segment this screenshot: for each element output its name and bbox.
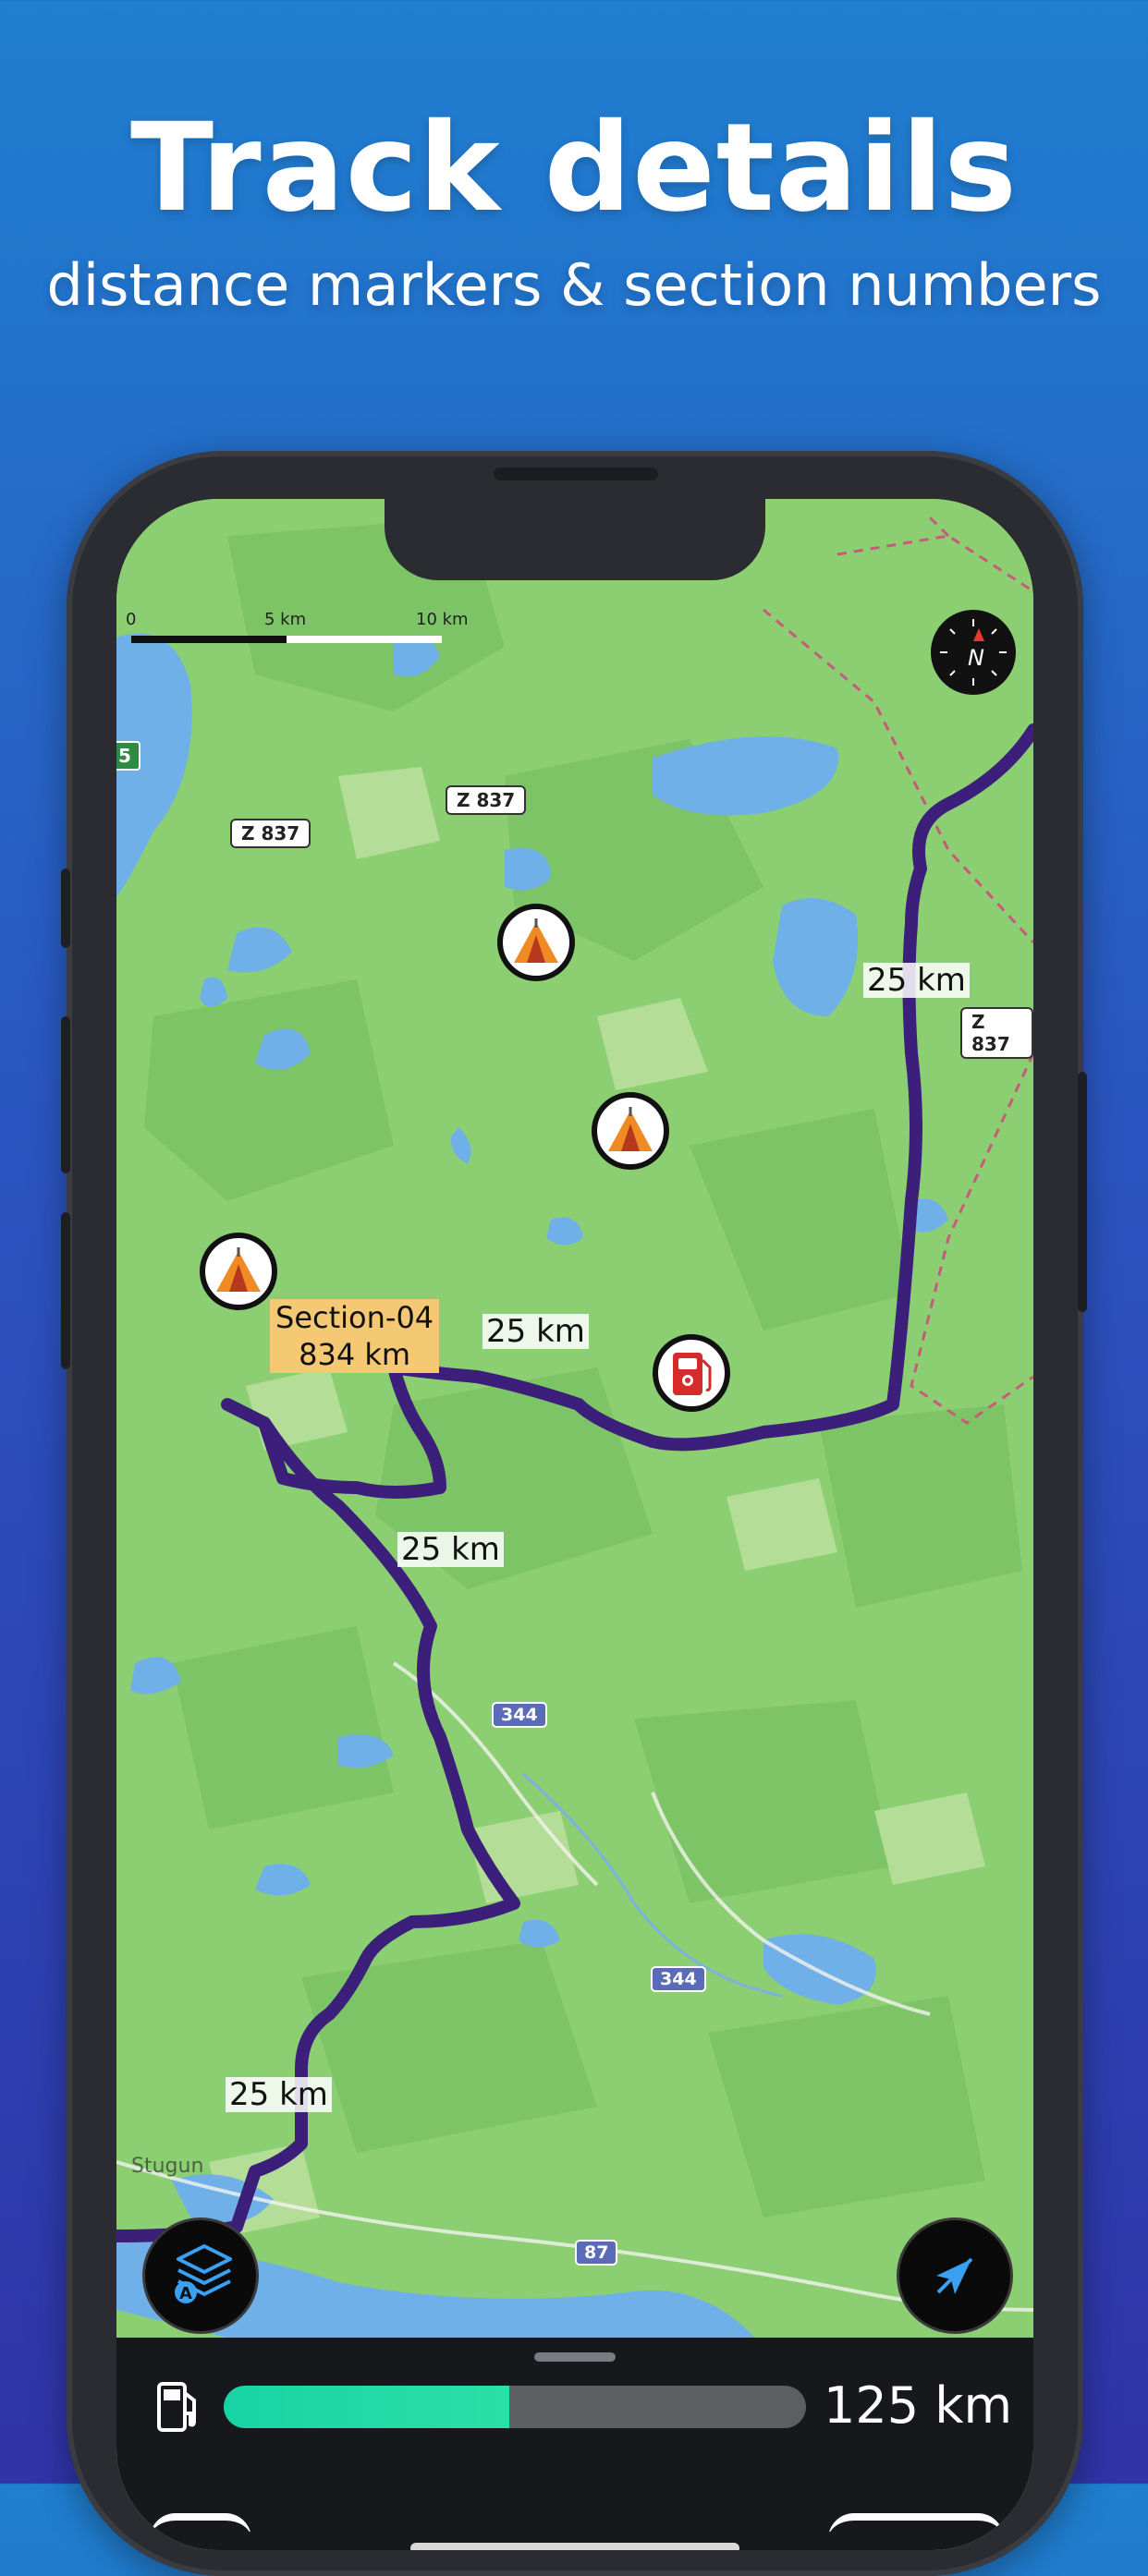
distance-marker: 25 km (397, 1532, 504, 1567)
tent-icon (608, 1107, 653, 1151)
compass-button[interactable]: N (931, 610, 1016, 695)
phone-power-button (1078, 1072, 1087, 1312)
route-sign-partial: 5 (116, 741, 140, 771)
app-screen: 0 5 km 10 km N 5 Z 837 Z 837 Z 837 344 3… (116, 499, 1033, 2550)
campsite-marker[interactable] (200, 1233, 277, 1310)
route-number-sign: 87 (575, 2240, 618, 2266)
distance-marker: 25 km (863, 963, 970, 998)
fuel-level-fill (224, 2386, 509, 2428)
headline-title: Track details (130, 97, 1018, 239)
tent-icon (216, 1247, 261, 1292)
headline-subtitle: distance markers & section numbers (46, 251, 1102, 319)
phone-volume-down (61, 1212, 70, 1369)
route-number-sign: 344 (492, 1702, 547, 1728)
section-name: Section-04 (275, 1300, 434, 1335)
campsite-marker[interactable] (592, 1092, 669, 1170)
home-indicator[interactable] (410, 2543, 739, 2550)
partial-readout-left (150, 2495, 298, 2532)
fuel-icon (157, 2382, 196, 2432)
layers-icon: A (175, 2244, 232, 2303)
panel-grabber[interactable] (534, 2352, 616, 2362)
road-sign: Z 837 (446, 785, 527, 815)
fuel-level-bar (224, 2386, 806, 2428)
location-button[interactable] (897, 2218, 1013, 2334)
phone-notch (385, 499, 765, 580)
navigation-arrow-icon (936, 2257, 973, 2294)
phone-speaker (494, 468, 658, 480)
scale-bar (131, 636, 442, 643)
place-label: Stugun (131, 2155, 204, 2178)
compass-icon: N (940, 619, 1007, 686)
tent-icon (514, 918, 558, 963)
route-number-sign: 344 (651, 1966, 706, 1992)
map-layers-button[interactable]: A (142, 2218, 259, 2334)
phone-silent-switch (61, 869, 70, 948)
section-label: Section-04 834 km (270, 1299, 440, 1373)
svg-text:N: N (968, 645, 984, 671)
partial-readout-right (828, 2495, 1013, 2532)
scale-label-10: 10 km (416, 610, 469, 629)
fuel-range-value: 125 km (824, 2376, 1013, 2435)
campsite-marker[interactable] (497, 904, 575, 981)
distance-marker: 25 km (482, 1314, 589, 1349)
bottom-panel: 125 km (116, 2338, 1033, 2550)
road-sign: Z 837 (960, 1007, 1033, 1059)
scale-label-0: 0 (126, 610, 137, 629)
road-sign: Z 837 (230, 819, 311, 848)
fuel-station-marker[interactable] (653, 1334, 730, 1412)
scale-label-5: 5 km (264, 610, 307, 629)
fuel-pump-icon (673, 1353, 712, 1395)
section-distance: 834 km (299, 1337, 411, 1372)
svg-text:A: A (179, 2284, 192, 2303)
phone-volume-up (61, 1016, 70, 1173)
distance-marker: 25 km (226, 2077, 332, 2112)
